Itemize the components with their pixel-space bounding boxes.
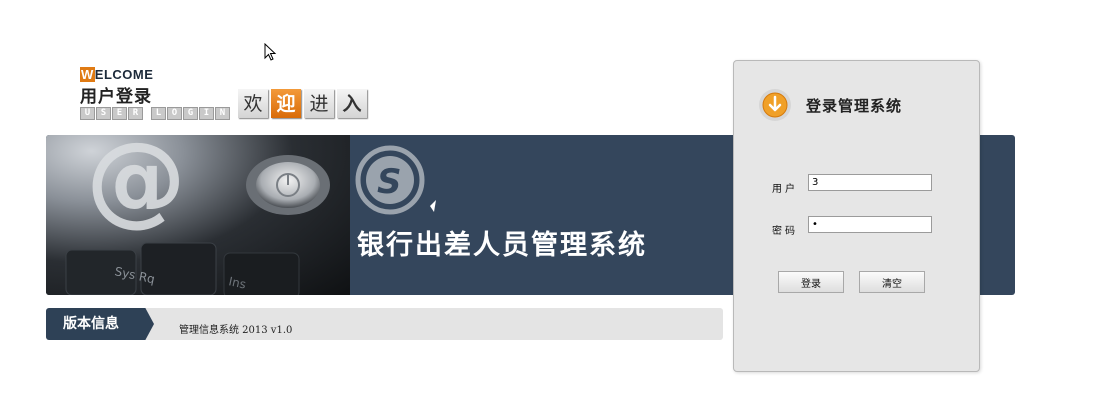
logo-letter: E: [112, 107, 127, 120]
user-login-en-logo: U S E R L O G I N: [80, 107, 231, 120]
svg-text:@: @: [86, 135, 186, 237]
logo-letter: R: [128, 107, 143, 120]
welcome-enter-logo: 欢 迎 进 入: [238, 89, 367, 118]
welcome-char: 进: [304, 89, 334, 118]
banner-keyboard-image: @ Sys Rq Ins: [46, 135, 350, 295]
welcome-char-highlight: 迎: [271, 89, 301, 118]
version-tab: 版本信息: [46, 308, 154, 340]
svg-text:S: S: [377, 162, 402, 202]
welcome-rest: ELCOME: [94, 67, 154, 82]
username-input[interactable]: [808, 174, 932, 191]
system-title: 银行出差人员管理系统: [357, 230, 647, 261]
logo-letter: N: [215, 107, 230, 120]
login-title: 登录管理系统: [806, 97, 903, 115]
logo-letter: G: [183, 107, 198, 120]
logo-letter: U: [80, 107, 95, 120]
welcome-first-letter: W: [80, 67, 95, 82]
s-circle-logo: S: [350, 142, 440, 224]
clear-button[interactable]: 清空: [859, 271, 925, 293]
password-input[interactable]: [808, 216, 932, 233]
user-login-heading: 用户登录: [80, 87, 152, 107]
download-arrow-icon: [758, 88, 792, 126]
logo-letter: S: [96, 107, 111, 120]
welcome-char: 入: [337, 89, 367, 118]
logo-letter: O: [167, 107, 182, 120]
cursor-arrow-icon: [264, 42, 278, 67]
welcome-char: 欢: [238, 89, 268, 118]
welcome-heading: WELCOME: [80, 67, 153, 82]
login-button[interactable]: 登录: [778, 271, 844, 293]
logo-gap: [144, 107, 150, 120]
username-label: 用户: [772, 184, 798, 195]
password-label: 密码: [772, 226, 798, 237]
logo-letter: L: [151, 107, 166, 120]
logo-letter: I: [199, 107, 214, 120]
version-text: 管理信息系统 2013 v1.0: [179, 325, 293, 336]
